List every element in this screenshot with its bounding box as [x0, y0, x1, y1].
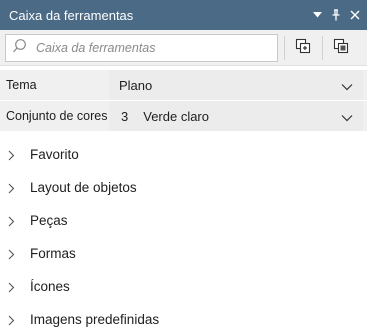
chevron-down-icon — [341, 79, 353, 94]
theme-label: Tema — [6, 78, 37, 92]
titlebar-controls — [311, 0, 361, 30]
category-label: Layout de objetos — [30, 180, 137, 195]
category-label: Peças — [30, 213, 68, 228]
close-icon[interactable] — [349, 9, 361, 21]
add-shape-icon — [295, 38, 311, 59]
toolbar-separator — [322, 36, 323, 60]
stack-icon — [333, 38, 349, 59]
colorset-row: Conjunto de cores 3 Verde claro — [0, 101, 367, 131]
colorset-number: 3 — [121, 108, 129, 124]
toolbar-separator — [284, 36, 285, 60]
add-to-library-button[interactable] — [288, 34, 318, 62]
pin-icon[interactable] — [330, 9, 342, 21]
search-box[interactable] — [5, 34, 278, 62]
theme-row: Tema Plano — [0, 70, 367, 100]
chevron-right-icon — [8, 148, 15, 166]
category-item-icones[interactable]: Ícones — [0, 270, 367, 303]
colorset-label: Conjunto de cores — [6, 109, 108, 123]
library-view-button[interactable] — [326, 34, 356, 62]
panel-title: Caixa da ferramentas — [9, 7, 134, 23]
chevron-right-icon — [8, 181, 15, 199]
chevron-right-icon — [8, 280, 15, 298]
search-icon — [12, 38, 28, 59]
colorset-value: Verde claro — [143, 108, 209, 124]
chevron-right-icon — [8, 214, 15, 232]
theme-value: Plano — [119, 77, 153, 93]
search-toolbar — [0, 30, 367, 66]
category-label: Formas — [30, 246, 76, 261]
category-item-imagens-predefinidas[interactable]: Imagens predefinidas — [0, 303, 367, 336]
chevron-down-icon[interactable] — [311, 9, 323, 21]
category-item-pecas[interactable]: Peças — [0, 204, 367, 237]
category-item-formas[interactable]: Formas — [0, 237, 367, 270]
category-label: Imagens predefinidas — [30, 312, 160, 327]
category-item-favorito[interactable]: Favorito — [0, 138, 367, 171]
panel-titlebar: Caixa da ferramentas — [0, 0, 367, 30]
search-input[interactable] — [36, 41, 266, 55]
chevron-right-icon — [8, 313, 15, 331]
category-item-layout-de-objetos[interactable]: Layout de objetos — [0, 171, 367, 204]
category-label: Ícones — [30, 279, 70, 294]
category-label: Favorito — [30, 147, 79, 162]
theme-dropdown[interactable]: Plano — [109, 70, 363, 100]
colorset-dropdown[interactable]: 3 Verde claro — [109, 101, 363, 131]
chevron-right-icon — [8, 247, 15, 265]
chevron-down-icon — [341, 110, 353, 125]
